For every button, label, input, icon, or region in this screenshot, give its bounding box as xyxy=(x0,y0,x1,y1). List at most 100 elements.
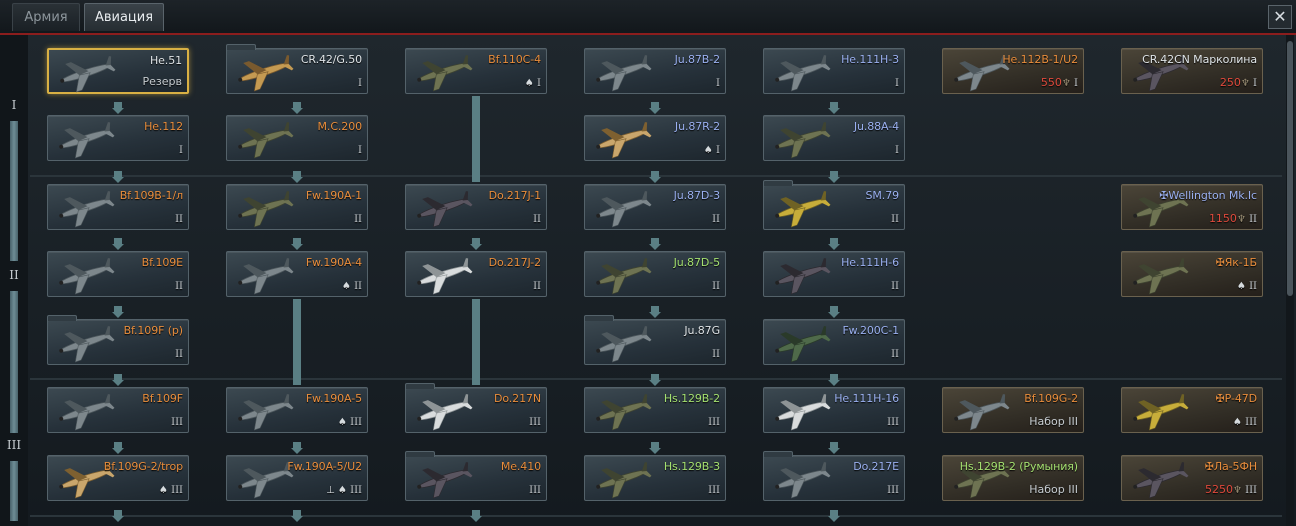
vehicle-card[interactable]: Me.410 III xyxy=(405,451,547,501)
vehicle-status: II xyxy=(891,347,899,360)
vehicle-card[interactable]: Hs.129B-2 (Румыния) Набор III xyxy=(942,455,1084,501)
vehicle-card[interactable]: Ju.87D-5 II xyxy=(584,251,726,297)
vehicle-name-text: Bf.109G-2/trop xyxy=(103,460,183,473)
connector-arrowhead xyxy=(112,108,124,114)
vehicle-card[interactable]: ✠Wellington Mk.Ic 1150♆ II xyxy=(1121,184,1263,230)
vehicle-tier: I xyxy=(895,145,899,156)
vehicle-tier: II xyxy=(175,349,183,360)
vehicle-tier: III xyxy=(887,485,899,496)
vehicle-status: Набор III xyxy=(1029,483,1078,496)
vehicle-card[interactable]: Ju.87G II xyxy=(584,315,726,365)
connector-arrowhead xyxy=(828,380,840,386)
vehicle-card[interactable]: Bf.109G-2 Набор III xyxy=(942,387,1084,433)
vehicle-card[interactable]: Ju.88A-4 I xyxy=(763,115,905,161)
vehicle-name: Do.217J-2 xyxy=(488,256,542,269)
vehicle-card[interactable]: Bf.109F (р) II xyxy=(47,315,189,365)
vehicle-card[interactable]: Fw.190A-4 ♠ II xyxy=(226,251,368,297)
vehicle-card[interactable]: Do.217J-2 II xyxy=(405,251,547,297)
vehicle-name-text: P-47D xyxy=(1224,392,1257,405)
vehicle-card[interactable]: Fw.200C-1 II xyxy=(763,319,905,365)
vehicle-card[interactable]: Do.217E III xyxy=(763,451,905,501)
vehicle-name: He.112B-1/U2 xyxy=(1002,53,1078,66)
vehicle-name: ✠Ла-5ФН xyxy=(1205,460,1257,473)
vehicle-card[interactable]: Fw.190A-1 II xyxy=(226,184,368,230)
connector-arrowhead xyxy=(828,177,840,183)
vehicle-tier: I xyxy=(1070,78,1078,89)
vehicle-name: Fw.190A-5 xyxy=(306,392,362,405)
tab-bar: Армия Авиация ✕ xyxy=(0,0,1296,34)
vehicle-card[interactable]: He.111H-6 II xyxy=(763,251,905,297)
rank-label: II xyxy=(9,268,19,282)
vehicle-card[interactable]: ✠Як-1Б ♠ II xyxy=(1121,251,1263,297)
vehicle-card[interactable]: He.112 I xyxy=(47,115,189,161)
vehicle-card[interactable]: Ju.87R-2 ♠ I xyxy=(584,115,726,161)
vehicle-card[interactable]: ✠P-47D ♠ III xyxy=(1121,387,1263,433)
vehicle-status: III xyxy=(171,415,183,428)
vehicle-card[interactable]: He.51 Резерв xyxy=(47,48,189,94)
vehicle-card[interactable]: He.111H-16 III xyxy=(763,387,905,433)
vehicle-status: III xyxy=(887,483,899,496)
vehicle-card[interactable]: Bf.109E II xyxy=(47,251,189,297)
vehicle-name-text: Ju.87D-5 xyxy=(673,256,720,269)
vehicle-card[interactable]: Fw.190A-5/U2 ⊥ ♠ III xyxy=(226,455,368,501)
vehicle-card[interactable]: Ju.87D-3 II xyxy=(584,184,726,230)
aircraft-icon xyxy=(59,122,115,159)
vehicle-card[interactable]: Bf.109F III xyxy=(47,387,189,433)
vehicle-card[interactable]: Fw.190A-5 ♠ III xyxy=(226,387,368,433)
vehicle-status: II xyxy=(891,212,899,225)
vehicle-card[interactable]: M.C.200 I xyxy=(226,115,368,161)
tab-army[interactable]: Армия xyxy=(12,3,80,31)
tab-aviation[interactable]: Авиация xyxy=(84,3,164,31)
vehicle-status: II xyxy=(712,347,720,360)
vehicle-status: 5250♆ III xyxy=(1205,483,1257,496)
vehicle-tier: I xyxy=(1249,78,1257,89)
vehicle-name-text: Do.217J-2 xyxy=(488,256,542,269)
country-mark-icon: ✠ xyxy=(1215,392,1225,405)
crew-icon: ♠ xyxy=(159,485,168,496)
vehicle-card[interactable]: Ju.87B-2 I xyxy=(584,48,726,94)
vehicle-name: Hs.129B-3 xyxy=(664,460,720,473)
aircraft-icon xyxy=(238,55,294,92)
vehicle-card[interactable]: ✠Ла-5ФН 5250♆ III xyxy=(1121,455,1263,501)
vehicle-card[interactable]: CR.42CN Марколина 250♆ I xyxy=(1121,48,1263,94)
vehicle-tier: III xyxy=(346,485,362,496)
vehicle-card[interactable]: Bf.110C-4 ♠ I xyxy=(405,48,547,94)
vehicle-tier: III xyxy=(1241,417,1257,428)
aircraft-icon xyxy=(596,326,652,363)
vehicle-name-text: He.112B-1/U2 xyxy=(1002,53,1078,66)
crew-icon: ♠ xyxy=(341,281,351,292)
vehicle-card[interactable]: Do.217N III xyxy=(405,383,547,433)
vehicle-tier: II xyxy=(175,214,183,225)
vehicle-card[interactable]: Hs.129B-3 III xyxy=(584,455,726,501)
vehicle-name-text: Bf.110C-4 xyxy=(488,53,541,66)
vehicle-name: Bf.109F (р) xyxy=(124,324,184,337)
vehicle-status: III xyxy=(708,483,720,496)
vehicle-card[interactable]: Do.217J-1 II xyxy=(405,184,547,230)
vehicle-card[interactable]: Bf.109G-2/trop ♠ III xyxy=(47,455,189,501)
vehicle-card[interactable]: CR.42/G.50 I xyxy=(226,44,368,94)
vehicle-status: I xyxy=(895,143,899,156)
rank-label: I xyxy=(11,98,17,112)
connector-arrowhead xyxy=(291,177,303,183)
vehicle-card[interactable]: SM.79 II xyxy=(763,180,905,230)
vehicle-name: Bf.109F xyxy=(142,392,183,405)
vehicle-card[interactable]: He.111H-3 I xyxy=(763,48,905,94)
vehicle-name: Ju.87R-2 xyxy=(675,120,720,133)
aircraft-icon xyxy=(596,394,652,431)
status-text: Набор III xyxy=(1029,415,1078,428)
vehicle-name-text: Hs.129B-3 xyxy=(663,460,720,473)
vehicle-name: Hs.129B-2 xyxy=(664,392,720,405)
vehicle-card[interactable]: Hs.129B-2 III xyxy=(584,387,726,433)
scrollbar-thumb[interactable] xyxy=(1287,41,1293,296)
vehicle-status: Набор III xyxy=(1029,415,1078,428)
vehicle-card[interactable]: He.112B-1/U2 550♆ I xyxy=(942,48,1084,94)
vehicle-name-text: Ju.87B-2 xyxy=(674,53,721,66)
vehicle-tier: II xyxy=(891,281,899,292)
rank-label: III xyxy=(6,438,22,452)
connector-arrowhead xyxy=(828,312,840,318)
vehicle-status: 550♆ I xyxy=(1041,76,1078,89)
vehicle-name: Ju.87D-5 xyxy=(674,256,720,269)
vehicle-name: Do.217E xyxy=(853,460,899,473)
close-icon[interactable]: ✕ xyxy=(1268,5,1292,29)
vehicle-card[interactable]: Bf.109B-1/л II xyxy=(47,184,189,230)
